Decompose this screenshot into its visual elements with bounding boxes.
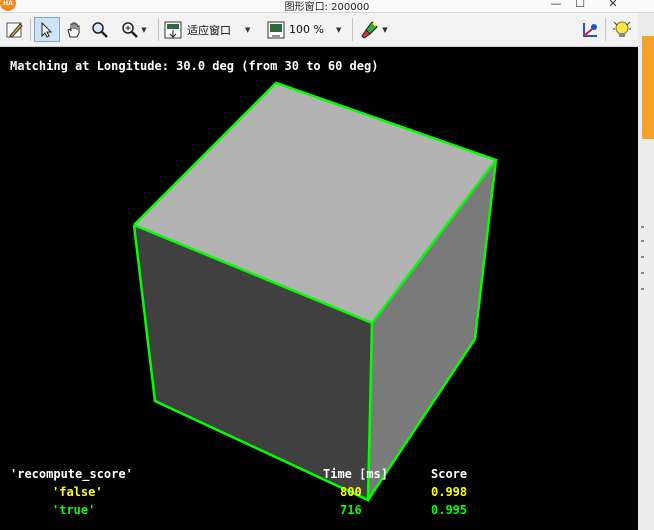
zoom-level-dropdown[interactable]: 100 % ▼ [266,17,348,42]
row-false-score: 0.998 [431,485,468,499]
coordinate-axis-button[interactable] [578,17,602,42]
zoom-level-icon [267,21,285,38]
graphics-canvas[interactable]: Matching at Longitude: 30.0 deg (from 30… [0,47,638,530]
row-true-param: 'true' [52,503,96,517]
fit-window-icon [164,21,182,38]
toolbar-separator [30,18,31,41]
chevron-down-icon: ▼ [245,25,251,34]
chevron-down-icon: ▼ [141,25,147,34]
edge-tick-mark [641,288,644,290]
window-title-bar: HA 图形窗口: 200000 — ☐ ✕ [0,0,654,13]
magnifier-button[interactable] [88,17,112,42]
minimize-button[interactable]: — [546,0,566,10]
color-dropdown[interactable]: ▼ [355,17,393,42]
zoom-in-icon [122,21,139,38]
pointer-icon [41,21,53,38]
adjacent-window-accent [642,36,654,139]
help-tips-button[interactable] [609,17,635,42]
row-false-param: 'false' [52,485,103,499]
chevron-down-icon: ▼ [335,25,342,34]
toolbar-separator [158,18,159,41]
magnifier-icon [92,21,108,38]
maximize-button[interactable]: ☐ [570,0,590,10]
row-false-time: 800 [340,485,362,499]
chevron-down-icon: ▼ [382,25,388,34]
close-button[interactable]: ✕ [603,0,623,10]
pan-button[interactable] [62,17,86,42]
cube-model-render [132,81,499,502]
graphics-toolbar: ▼ 适应窗口 ▼ 100 % ▼ ▼ [0,13,654,47]
draw-roi-button[interactable] [3,17,27,42]
hand-icon [67,22,80,37]
lightbulb-icon [613,21,631,37]
matching-heading: Matching at Longitude: 30.0 deg (from 30… [10,59,379,73]
param-column-header: 'recompute_score' [10,467,133,481]
edge-tick-mark [641,256,644,258]
row-true-time: 716 [340,503,362,517]
zoom-level-label: 100 % [289,23,324,36]
time-column-header: Time [ms] [323,467,389,481]
edge-tick-mark [641,240,644,242]
edge-tick-mark [641,226,644,228]
zoom-in-button[interactable]: ▼ [114,17,154,42]
toolbar-separator [605,18,606,41]
fit-window-label: 适应窗口 [187,23,231,37]
fit-window-dropdown[interactable]: 适应窗口 ▼ [163,17,261,42]
row-true-score: 0.995 [431,503,468,517]
pencil-icon [6,22,23,38]
edge-tick-mark [641,272,644,274]
score-column-header: Score [431,467,468,481]
toolbar-separator [352,18,353,41]
paint-brush-icon [361,20,379,39]
axis-icon [583,22,597,37]
select-pointer-button[interactable] [34,17,60,42]
